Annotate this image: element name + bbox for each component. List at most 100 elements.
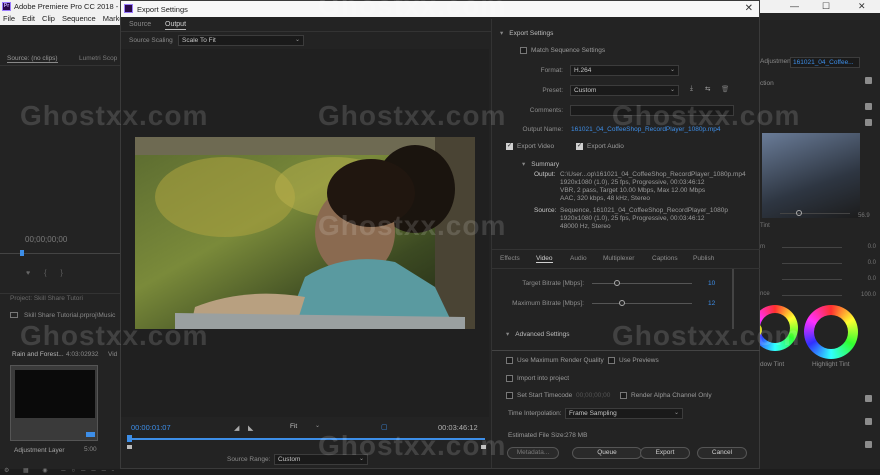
lumetri-slider[interactable] — [782, 263, 842, 264]
source-range-dropdown[interactable]: Custom ⌄ — [274, 454, 368, 465]
max-bitrate-slider[interactable] — [592, 303, 692, 304]
zoom-fit-dropdown[interactable]: Fit ⌄ — [287, 422, 323, 433]
advanced-settings-header[interactable]: Advanced Settings — [506, 330, 569, 338]
premiere-menubar: File Edit Clip Sequence Markers — [0, 13, 130, 25]
target-bitrate-slider[interactable] — [592, 283, 692, 284]
save-preset-icon[interactable]: ⤓ — [690, 85, 693, 93]
format-dropdown[interactable]: H.264 ⌄ — [570, 65, 679, 76]
max-bitrate-knob[interactable] — [619, 300, 625, 306]
use-previews-label: Use Previews — [619, 357, 659, 364]
source-output-tabs: Source Output — [121, 19, 493, 32]
source-scrubber[interactable] — [0, 253, 120, 254]
output-summary-line: VBR, 2 pass, Target 10.00 Mbps, Max 12.0… — [560, 187, 706, 194]
section-checkbox[interactable] — [865, 418, 872, 425]
output-name-link[interactable]: 161021_04_CoffeeShop_RecordPlayer_1080p.… — [571, 126, 721, 133]
menu-edit[interactable]: Edit — [22, 14, 35, 25]
target-bitrate-knob[interactable] — [614, 280, 620, 286]
mark-in-icon[interactable]: ◢ — [234, 424, 239, 432]
preset-label: Preset: — [542, 87, 563, 94]
section-checkbox[interactable] — [865, 77, 872, 84]
preset-dropdown[interactable]: Custom ⌄ — [570, 85, 679, 96]
export-settings-header[interactable]: Export Settings — [500, 29, 553, 37]
lumetri-slider[interactable] — [782, 247, 842, 248]
in-point-handle[interactable] — [127, 445, 132, 449]
maximize-icon[interactable]: ☐ — [822, 1, 830, 12]
adjustment-layer-thumbnail[interactable] — [10, 365, 98, 441]
work-area-bar[interactable] — [129, 438, 485, 440]
intensity-slider-knob[interactable] — [796, 210, 802, 216]
metadata-button[interactable]: Metadata... — [507, 447, 559, 459]
format-value: H.264 — [574, 67, 592, 74]
playhead[interactable] — [127, 435, 132, 442]
tab-output[interactable]: Output — [165, 21, 187, 30]
menu-clip[interactable]: Clip — [42, 14, 55, 25]
settings-scrollbar[interactable] — [732, 269, 734, 329]
tab-effects[interactable]: Effects — [500, 255, 520, 262]
minimize-icon[interactable]: — — [790, 1, 799, 11]
aspect-ratio-icon[interactable]: ▢ — [381, 423, 388, 431]
tab-source-monitor[interactable]: Source: (no clips) — [7, 55, 58, 63]
tab-audio[interactable]: Audio — [570, 255, 587, 262]
out-point-handle[interactable] — [481, 445, 486, 449]
highlight-tint-wheel[interactable] — [804, 305, 858, 359]
sequence-dropdown[interactable]: 161021_04_Coffee... — [790, 57, 860, 68]
estimated-file-size-value: 278 MB — [565, 432, 588, 439]
tab-lumetri-scopes[interactable]: Lumetri Scop — [79, 55, 117, 62]
target-bitrate-value[interactable]: 10 — [708, 280, 715, 287]
project-toolbar-icons[interactable]: ⚙ ▦ ◉ ─○──── — [4, 467, 114, 475]
max-render-quality-label: Use Maximum Render Quality — [517, 357, 604, 364]
source-scaling-dropdown[interactable]: Scale To Fit ⌄ — [178, 35, 304, 46]
tab-source[interactable]: Source — [129, 21, 151, 28]
match-sequence-checkbox[interactable] — [520, 47, 527, 54]
export-video-checkbox[interactable] — [506, 142, 513, 150]
close-icon[interactable]: ✕ — [858, 1, 866, 12]
max-bitrate-value[interactable]: 12 — [708, 300, 715, 307]
chevron-down-icon: ⌄ — [669, 87, 675, 93]
use-previews-checkbox[interactable] — [608, 357, 615, 364]
tab-multiplexer[interactable]: Multiplexer — [603, 255, 634, 262]
clip-name[interactable]: Rain and Forest... — [12, 351, 64, 358]
lumetri-value: 0.0 — [867, 276, 876, 282]
close-icon[interactable]: ✕ — [745, 3, 753, 14]
tab-publish[interactable]: Publish — [693, 255, 714, 262]
import-into-project-checkbox[interactable] — [506, 375, 513, 382]
section-checkbox[interactable] — [865, 441, 872, 448]
menu-sequence[interactable]: Sequence — [62, 14, 96, 25]
video-frame-image — [135, 137, 475, 329]
tab-captions[interactable]: Captions — [652, 255, 678, 262]
source-playhead[interactable] — [20, 250, 24, 256]
premiere-left-panels: Source: (no clips) Lumetri Scop 00;00;00… — [0, 25, 120, 474]
project-tab[interactable]: Project: Skill Share Tutori — [10, 295, 83, 302]
export-button[interactable]: Export — [640, 447, 690, 459]
menu-file[interactable]: File — [3, 14, 15, 25]
source-summary-line: Sequence, 161021_04_CoffeeShop_RecordPla… — [560, 207, 728, 214]
set-start-timecode-checkbox[interactable] — [506, 392, 513, 399]
max-render-quality-checkbox[interactable] — [506, 357, 513, 364]
lumetri-slider[interactable] — [782, 295, 842, 296]
export-audio-checkbox[interactable] — [576, 142, 583, 150]
delete-preset-icon[interactable]: 🗑 — [721, 85, 729, 93]
dialog-title: Export Settings — [137, 5, 188, 14]
current-timecode[interactable]: 00:00:01:07 — [131, 423, 171, 432]
lumetri-slider[interactable] — [782, 279, 842, 280]
intensity-slider[interactable] — [780, 213, 850, 214]
comments-input[interactable] — [570, 105, 734, 116]
section-checkbox[interactable] — [865, 103, 872, 110]
section-checkbox[interactable] — [865, 119, 872, 126]
section-checkbox[interactable] — [865, 395, 872, 402]
source-transport-icons[interactable]: ♥{} — [26, 270, 77, 277]
source-range-label: Source Range: — [227, 456, 271, 463]
summary-header[interactable]: Summary — [522, 160, 559, 168]
queue-button[interactable]: Queue — [572, 447, 642, 459]
time-interpolation-dropdown[interactable]: Frame Sampling ⌄ — [565, 408, 683, 419]
source-summary-label: Source: — [534, 207, 557, 214]
lumetri-row: 0.0 — [760, 242, 880, 254]
premiere-logo-icon: Pr — [2, 2, 11, 11]
mark-out-icon[interactable]: ◣ — [248, 424, 253, 432]
tab-video[interactable]: Video — [536, 255, 553, 263]
chevron-down-icon: ⌄ — [294, 37, 300, 43]
cancel-button[interactable]: Cancel — [697, 447, 747, 459]
import-preset-icon[interactable]: ⇆ — [705, 85, 710, 93]
render-alpha-checkbox[interactable] — [620, 392, 627, 399]
output-summary-label: Output: — [534, 171, 556, 178]
